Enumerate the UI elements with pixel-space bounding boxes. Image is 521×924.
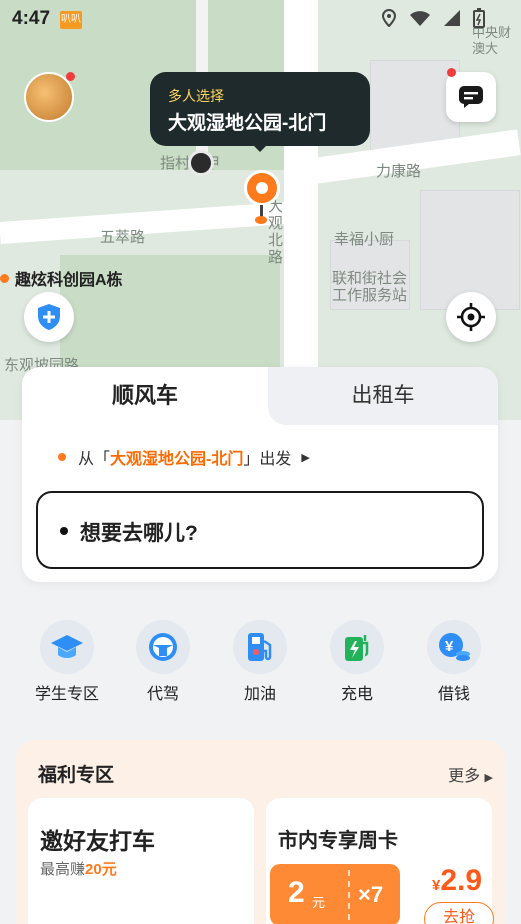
pin-base [255,216,267,224]
welfare-more-link[interactable]: 更多 ▶ [448,762,493,786]
pickup-place: 大观湿地公园-北门 [110,451,244,468]
coupon-ticket: 2 元 ×7 [270,864,400,924]
tab-taxi[interactable]: 出租车 [268,367,498,425]
weekly-price: ¥2.9 [432,864,482,898]
map-road-label: 五萃路 [100,228,146,246]
poi-label: 趣炫科创园A栋 [15,272,123,289]
ride-tabs: 顺风车 出租车 [22,367,498,425]
invite-subtitle-prefix: 最高赚 [40,861,86,878]
status-time: 4:47 [12,8,51,29]
avatar-badge-dot [66,72,75,81]
poi-dot [0,273,9,283]
service-label: 加油 [243,686,276,703]
location-icon [381,9,397,27]
wifi-icon [410,11,430,26]
weekly-pass-card[interactable]: 市内专享周卡 2 元 ×7 ¥2.9 去抢 [266,798,494,924]
destination-input[interactable]: 想要去哪儿? [36,491,484,569]
service-driver[interactable]: 代驾 [123,620,203,704]
shield-icon [38,304,60,330]
pickup-pin-icon [244,170,280,206]
message-badge-dot [447,68,456,77]
svg-text:¥: ¥ [445,638,454,655]
caret-right-icon: ▶ [301,451,310,464]
service-student[interactable]: 学生专区 [27,620,107,704]
fuel-pump-icon [248,633,272,661]
caret-right-icon: ▶ [484,772,493,784]
signal-icon [444,10,460,26]
coupon-unit: 元 [312,895,326,910]
map-road [0,201,301,244]
notification-icon: 叭叭 [60,11,82,29]
invite-subtitle: 最高赚20元 [40,858,117,879]
map-place-label: 联和街社会工作服务站 [332,269,408,304]
invite-amount: 20元 [85,861,117,878]
poi-marker[interactable]: 趣炫科创园A栋 [0,266,123,290]
price-value: 2.9 [440,864,483,897]
coupon-value: 2 [288,876,305,909]
graduation-cap-icon [51,635,83,658]
service-label: 借钱 [437,686,470,703]
invite-title: 邀好友打车 [40,828,155,854]
service-fuel[interactable]: 加油 [220,620,300,704]
service-label: 充电 [340,686,373,703]
current-position-marker [188,150,214,176]
pickup-prefix: 从「 [78,451,111,468]
destination-dot [60,527,68,535]
charging-station-icon [345,635,369,661]
message-button[interactable] [446,72,496,122]
map-road-label: 力康路 [376,162,422,180]
grab-button[interactable]: 去抢 [424,902,494,924]
service-loan[interactable]: ¥ 借钱 [414,620,494,704]
status-bar: 4:47 叭叭 [0,0,521,40]
map-road-label: 大观北路 [268,197,284,266]
bubble-title: 大观湿地公园-北门 [168,113,327,134]
yen-coin-icon: ¥ [439,633,470,661]
welfare-section: 福利专区 更多 ▶ 邀好友打车 最高赚20元 市内专享周卡 2 元 ×7 ¥2.… [16,740,505,924]
battery-icon [473,8,485,28]
service-label: 代驾 [146,686,179,703]
destination-placeholder: 想要去哪儿? [80,522,198,545]
coupon-divider [348,870,350,920]
bubble-subtitle: 多人选择 [168,88,224,104]
more-label: 更多 [448,768,481,785]
pickup-dot [58,453,66,461]
safety-button[interactable] [24,292,74,342]
crosshair-icon [457,303,485,331]
locate-button[interactable] [446,292,496,342]
weekly-title: 市内专享周卡 [278,830,398,852]
service-charge[interactable]: 充电 [317,620,397,704]
pickup-suffix: 」出发 [243,451,292,468]
pickup-row[interactable]: 从「 大观湿地公园-北门 」出发 ▶ [58,445,310,469]
map-place-label: 幸福小厨 [334,230,395,248]
service-grid: 学生专区 代驾 加油 充电 ¥ 借钱 [0,620,521,706]
chat-icon [459,86,483,108]
welfare-title: 福利专区 [38,765,115,786]
service-label: 学生专区 [34,686,99,703]
bubble-tail [250,142,270,152]
ride-card: 顺风车 出租车 从「 大观湿地公园-北门 」出发 ▶ 想要去哪儿? [22,367,498,582]
coupon-count: ×7 [358,882,384,907]
tab-carpool[interactable]: 顺风车 [22,367,268,425]
steering-wheel-icon [149,633,177,661]
pickup-bubble[interactable]: 多人选择 大观湿地公园-北门 [150,72,370,152]
invite-friend-card[interactable]: 邀好友打车 最高赚20元 [28,798,254,924]
